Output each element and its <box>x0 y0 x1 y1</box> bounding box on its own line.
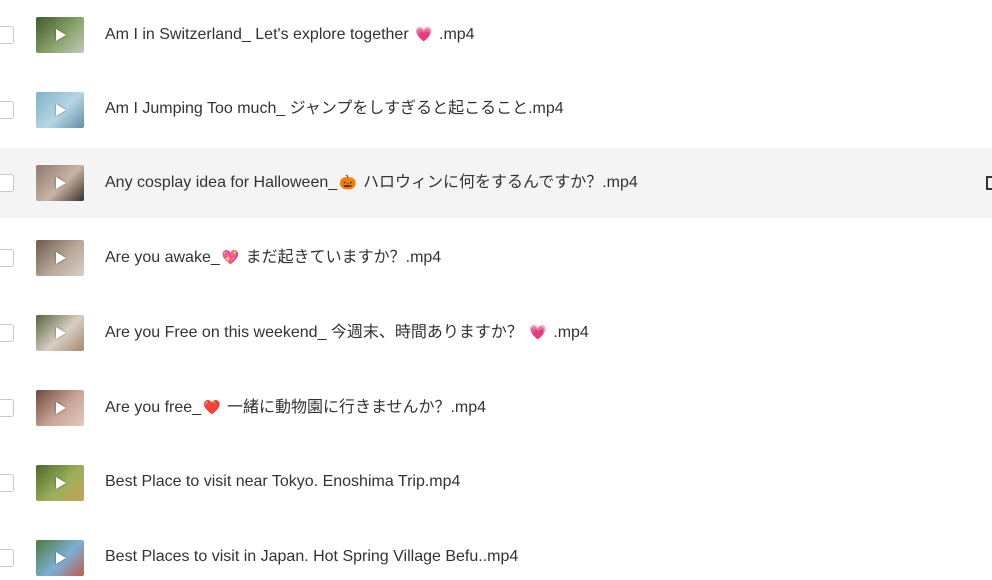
file-name-text: Are you free_ <box>105 399 202 416</box>
video-thumbnail[interactable] <box>36 315 84 351</box>
play-icon <box>56 29 66 41</box>
file-name[interactable]: Are you Free on this weekend_ 今週末、時間あります… <box>105 321 589 344</box>
video-thumbnail[interactable] <box>36 465 84 501</box>
file-name-suffix: まだ起きていますか？.mp4 <box>241 249 442 266</box>
file-name[interactable]: Are you awake_ 💖 まだ起きていますか？.mp4 <box>105 246 441 269</box>
video-thumbnail[interactable] <box>36 540 84 576</box>
file-row[interactable]: Am I in Switzerland_ Let's explore toget… <box>0 0 992 70</box>
row-checkbox[interactable] <box>0 249 14 267</box>
play-icon <box>56 552 66 564</box>
file-name[interactable]: Am I in Switzerland_ Let's explore toget… <box>105 23 475 46</box>
video-thumbnail[interactable] <box>36 92 84 128</box>
file-name-text: Are you awake_ <box>105 249 220 266</box>
row-checkbox[interactable] <box>0 26 14 44</box>
file-name-text: Any cosplay idea for Halloween_ <box>105 174 338 191</box>
file-name-text: Best Place to visit near Tokyo. Enoshima… <box>105 473 461 490</box>
file-row[interactable]: Are you free_ ❤️ 一緒に動物園に行きませんか？.mp4 <box>0 373 992 443</box>
file-name[interactable]: Are you free_ ❤️ 一緒に動物園に行きませんか？.mp4 <box>105 396 486 419</box>
play-icon <box>56 252 66 264</box>
play-icon <box>56 402 66 414</box>
heart-icon: 💗 <box>529 324 547 340</box>
play-icon <box>56 477 66 489</box>
sparkling-heart-icon: 💖 <box>221 249 240 265</box>
file-list: Am I in Switzerland_ Let's explore toget… <box>0 0 992 580</box>
file-row[interactable]: Any cosplay idea for Halloween_ 🎃 ハロウィンに何… <box>0 148 992 218</box>
file-name[interactable]: Any cosplay idea for Halloween_ 🎃 ハロウィンに何… <box>105 171 638 194</box>
row-action-icon[interactable] <box>986 176 992 190</box>
row-checkbox[interactable] <box>0 324 14 342</box>
video-thumbnail[interactable] <box>36 240 84 276</box>
file-row[interactable]: Are you awake_ 💖 まだ起きていますか？.mp4 <box>0 223 992 293</box>
row-checkbox[interactable] <box>0 549 14 567</box>
video-thumbnail[interactable] <box>36 165 84 201</box>
row-checkbox[interactable] <box>0 174 14 192</box>
file-name-suffix: 一緒に動物園に行きませんか？.mp4 <box>222 399 487 416</box>
file-row[interactable]: Best Places to visit in Japan. Hot Sprin… <box>0 523 992 580</box>
file-name[interactable]: Best Places to visit in Japan. Hot Sprin… <box>105 546 518 568</box>
row-checkbox[interactable] <box>0 399 14 417</box>
file-row[interactable]: Are you Free on this weekend_ 今週末、時間あります… <box>0 298 992 368</box>
play-icon <box>56 327 66 339</box>
file-name-text: Best Places to visit in Japan. Hot Sprin… <box>105 548 519 565</box>
file-name-text: Am I Jumping Too much_ ジャンプをしすぎると起こること.m… <box>105 100 564 117</box>
row-checkbox[interactable] <box>0 101 14 119</box>
file-row[interactable]: Am I Jumping Too much_ ジャンプをしすぎると起こること.m… <box>0 75 992 145</box>
file-extension: .mp4 <box>548 324 589 341</box>
file-name[interactable]: Best Place to visit near Tokyo. Enoshima… <box>105 471 460 493</box>
jack-o-lantern-icon: 🎃 <box>339 174 357 190</box>
file-name-text: Am I in Switzerland_ Let's explore toget… <box>105 26 414 43</box>
file-row[interactable]: Best Place to visit near Tokyo. Enoshima… <box>0 448 992 518</box>
video-thumbnail[interactable] <box>36 390 84 426</box>
red-heart-icon: ❤️ <box>203 399 221 415</box>
file-name[interactable]: Am I Jumping Too much_ ジャンプをしすぎると起こること.m… <box>105 98 564 120</box>
play-icon <box>56 177 66 189</box>
heart-icon: 💗 <box>415 26 433 42</box>
file-name-suffix: ハロウィンに何をするんですか？.mp4 <box>358 174 638 191</box>
row-checkbox[interactable] <box>0 474 14 492</box>
file-extension: .mp4 <box>434 26 475 43</box>
file-name-text: Are you Free on this weekend_ 今週末、時間あります… <box>105 324 528 341</box>
video-thumbnail[interactable] <box>36 17 84 53</box>
play-icon <box>56 104 66 116</box>
